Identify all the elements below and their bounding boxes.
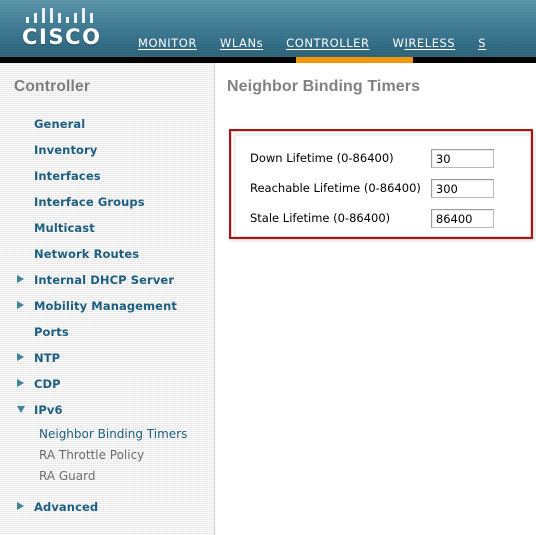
sidebar-item-label[interactable]: General	[34, 117, 85, 131]
sidebar-item-label[interactable]: Advanced	[34, 500, 98, 514]
sidebar-menu: General Inventory Interfaces Interface G…	[0, 110, 214, 519]
table-row: Stale Lifetime (0-86400)	[250, 203, 494, 233]
sidebar-item-label[interactable]: NTP	[34, 351, 60, 365]
form-annotation-box: Down Lifetime (0-86400) Reachable Lifeti…	[229, 129, 533, 239]
nav-item-security[interactable]: S	[478, 36, 486, 51]
chevron-right-icon[interactable]	[17, 301, 24, 309]
sidebar-item-general[interactable]: General	[0, 110, 214, 136]
sidebar-item-ntp[interactable]: NTP	[0, 344, 214, 370]
app-header: CISCO MONITOR WLANs CONTROLLER WIRELESS S	[0, 0, 536, 57]
chevron-down-icon[interactable]	[17, 406, 25, 413]
sidebar-item-label[interactable]: CDP	[34, 377, 61, 391]
sidebar-title: Controller	[14, 78, 91, 95]
sidebar-subitem-ra-throttle-policy[interactable]: RA Throttle Policy	[0, 443, 214, 464]
content-area: Neighbor Binding Timers Down Lifetime (0…	[216, 63, 536, 535]
table-row: Reachable Lifetime (0-86400)	[250, 173, 494, 203]
sidebar-item-label[interactable]: Interface Groups	[34, 195, 145, 209]
sidebar-subitem-label[interactable]: RA Throttle Policy	[39, 448, 144, 462]
nav-accesskey-c: C	[286, 36, 295, 50]
sidebar-item-label[interactable]: IPv6	[34, 403, 63, 417]
cisco-logo[interactable]: CISCO	[22, 8, 122, 52]
nav-prefix-wireless: W	[392, 36, 405, 50]
sidebar-item-label[interactable]: Ports	[34, 325, 69, 339]
cisco-bridge-logo-icon	[26, 8, 104, 23]
reachable-lifetime-input[interactable]	[430, 179, 494, 199]
sidebar-item-label[interactable]: Multicast	[34, 221, 95, 235]
sidebar-item-label[interactable]: Mobility Management	[34, 299, 177, 313]
cisco-wordmark: CISCO	[22, 25, 102, 49]
chevron-right-icon[interactable]	[17, 502, 24, 510]
sidebar-subitem-label[interactable]: Neighbor Binding Timers	[39, 427, 187, 441]
nav-label-wlans: LANs	[231, 36, 264, 50]
nav-item-monitor[interactable]: MONITOR	[138, 36, 197, 51]
sidebar-item-cdp[interactable]: CDP	[0, 370, 214, 396]
nav-item-wlans[interactable]: WLANs	[220, 36, 263, 51]
sidebar-item-network-routes[interactable]: Network Routes	[0, 240, 214, 266]
down-lifetime-label: Down Lifetime (0-86400)	[250, 151, 394, 165]
sidebar-item-internal-dhcp-server[interactable]: Internal DHCP Server	[0, 266, 214, 292]
sidebar-item-interfaces[interactable]: Interfaces	[0, 162, 214, 188]
nav-item-controller[interactable]: CONTROLLER	[286, 36, 369, 51]
stale-lifetime-cell	[430, 203, 494, 233]
down-lifetime-input[interactable]	[430, 149, 494, 169]
chevron-right-icon[interactable]	[17, 275, 24, 283]
sidebar-item-interface-groups[interactable]: Interface Groups	[0, 188, 214, 214]
down-lifetime-cell	[430, 143, 494, 173]
reachable-lifetime-label: Reachable Lifetime (0-86400)	[250, 181, 421, 195]
nav-label-wireless: RELESS	[408, 36, 456, 50]
chevron-right-icon[interactable]	[17, 353, 24, 361]
nav-label-controller: ONTROLLER	[294, 36, 370, 50]
sidebar-item-mobility-management[interactable]: Mobility Management	[0, 292, 214, 318]
nav-accesskey-s: S	[478, 36, 487, 50]
sidebar: Controller General Inventory Interfaces …	[0, 63, 215, 535]
chevron-right-icon[interactable]	[17, 379, 24, 387]
main-nav: MONITOR WLANs CONTROLLER WIRELESS S	[138, 36, 486, 56]
wlc-page: CISCO MONITOR WLANs CONTROLLER WIRELESS S Co…	[0, 0, 536, 535]
sidebar-item-ipv6[interactable]: IPv6	[0, 396, 214, 422]
nav-item-wireless[interactable]: WIRELESS	[393, 36, 456, 51]
sidebar-item-label[interactable]: Interfaces	[34, 169, 101, 183]
stale-lifetime-input[interactable]	[430, 209, 494, 229]
sidebar-item-multicast[interactable]: Multicast	[0, 214, 214, 240]
sidebar-item-advanced[interactable]: Advanced	[0, 493, 214, 519]
table-row: Down Lifetime (0-86400)	[250, 143, 494, 173]
sidebar-item-label[interactable]: Internal DHCP Server	[34, 273, 174, 287]
timers-form-panel: Down Lifetime (0-86400) Reachable Lifeti…	[231, 131, 531, 237]
page-title: Neighbor Binding Timers	[227, 78, 421, 95]
nav-accesskey-w: W	[219, 36, 232, 50]
sidebar-subitem-label[interactable]: RA Guard	[39, 469, 95, 483]
sidebar-item-inventory[interactable]: Inventory	[0, 136, 214, 162]
sidebar-subitem-neighbor-binding-timers[interactable]: Neighbor Binding Timers	[0, 422, 214, 443]
stale-lifetime-label: Stale Lifetime (0-86400)	[250, 211, 391, 225]
sidebar-item-label[interactable]: Network Routes	[34, 247, 139, 261]
nav-accesskey-m: M	[138, 36, 149, 50]
sidebar-item-ports[interactable]: Ports	[0, 318, 214, 344]
sidebar-subitem-ra-guard[interactable]: RA Guard	[0, 464, 214, 485]
reachable-lifetime-cell	[430, 173, 494, 203]
sidebar-item-label[interactable]: Inventory	[34, 143, 97, 157]
nav-label-monitor: ONITOR	[148, 36, 197, 50]
timers-form-table: Down Lifetime (0-86400) Reachable Lifeti…	[250, 143, 494, 233]
